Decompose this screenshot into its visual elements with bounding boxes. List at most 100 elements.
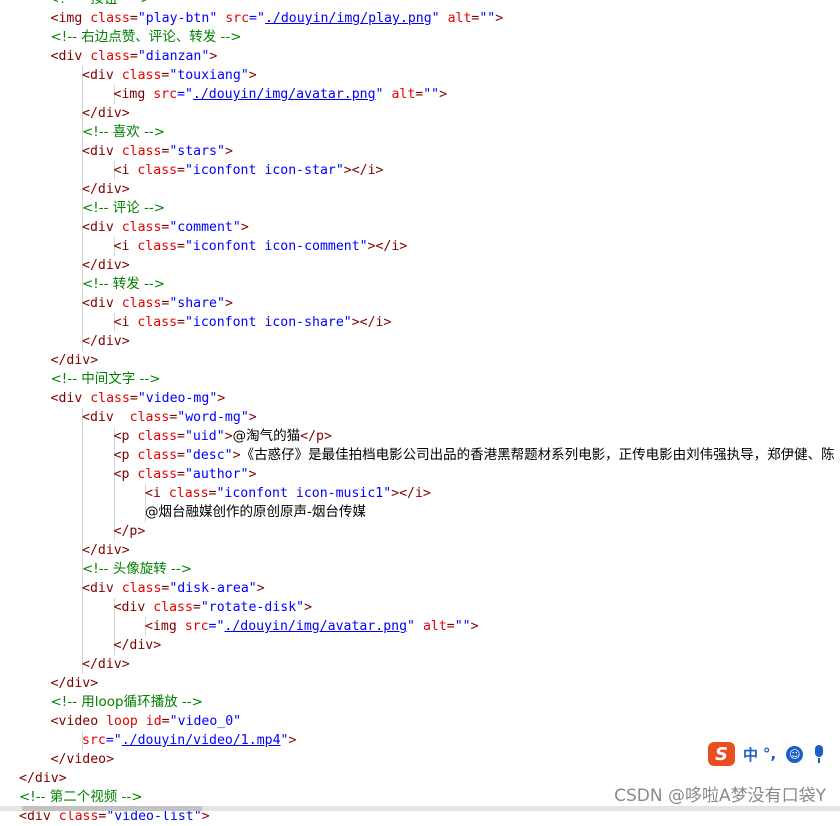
code-token-comment: 按钮 [90, 0, 117, 7]
code-editor[interactable]: <!-- 按钮 --><img class="play-btn" src="./… [0, 0, 840, 826]
code-token-tag: <img [113, 87, 154, 102]
indent-guide [113, 503, 115, 522]
code-token-tag: > [304, 600, 313, 615]
code-line[interactable]: <div class="word-mg"> [0, 408, 840, 427]
code-token-tag: > [470, 619, 479, 634]
code-line[interactable]: <img src="./douyin/img/avatar.png" alt="… [0, 85, 840, 104]
code-text: </video> [51, 750, 115, 769]
horizontal-scrollbar[interactable] [0, 806, 840, 811]
code-line[interactable]: <i class="iconfont icon-share"></i> [0, 313, 840, 332]
smiley-icon[interactable]: ☺ [786, 745, 804, 763]
code-line[interactable]: @烟台融媒创作的原创原声-烟台传媒 [0, 503, 840, 522]
code-line[interactable]: <!-- 中间文字 --> [0, 370, 840, 389]
code-token-tag: <div [82, 68, 122, 83]
code-token-tag: <div [82, 144, 122, 159]
code-line[interactable]: <!-- 用loop循环播放 --> [0, 693, 840, 712]
code-token-tag: = [192, 600, 201, 615]
code-line[interactable]: <div class="rotate-disk"> [0, 598, 840, 617]
code-token-text: @淘气的猫 [232, 428, 301, 444]
code-token-tag: <video [50, 714, 107, 729]
code-line[interactable]: <p class="desc">《古惑仔》是最佳拍档电影公司出品的香港黑帮题材系… [0, 446, 840, 465]
code-line[interactable]: <!-- 转发 --> [0, 275, 840, 294]
code-line[interactable]: <!-- 头像旋转 --> [0, 560, 840, 579]
code-line[interactable]: <img class="play-btn" src="./douyin/img/… [0, 9, 840, 28]
code-token-attr: src [153, 87, 178, 102]
code-line[interactable]: <!-- 右边点赞、评论、转发 --> [0, 28, 840, 47]
code-line[interactable]: </div> [0, 256, 840, 275]
indent-guide [113, 617, 115, 636]
code-token-tag: <i [145, 486, 169, 501]
code-token-tag: </div> [82, 182, 130, 197]
code-token-tag: <i [113, 239, 138, 254]
code-line[interactable]: <div class="touxiang"> [0, 66, 840, 85]
code-token-str: " [431, 11, 440, 26]
code-line[interactable]: </div> [0, 674, 840, 693]
code-line[interactable]: <i class="iconfont icon-star"></i> [0, 161, 840, 180]
code-token-tag: > [217, 391, 226, 406]
code-token-tag: = [129, 391, 138, 406]
scrollbar-thumb[interactable] [22, 806, 202, 811]
code-token-attr: class [153, 600, 193, 615]
code-token-tag: <div [82, 581, 122, 596]
code-token-str: "desc" [184, 448, 233, 463]
code-line[interactable]: <div class="dianzan"> [0, 47, 840, 66]
code-token-tag: > [224, 429, 233, 444]
code-token-link: ./douyin/video/1.mp4 [121, 733, 281, 748]
code-token-attr: class [137, 315, 178, 330]
code-token-str: "iconfont icon-comment" [184, 239, 368, 254]
code-token-tag [415, 619, 423, 634]
code-text: <!-- 右边点赞、评论、转发 --> [51, 28, 242, 47]
code-text: <p class="uid">@淘气的猫</p> [114, 427, 332, 446]
code-token-str: "iconfont icon-share" [184, 315, 352, 330]
code-line[interactable]: <div class="stars"> [0, 142, 840, 161]
code-token-attr: class [121, 296, 162, 311]
code-token-tag: <div [82, 296, 122, 311]
code-line[interactable]: <i class="iconfont icon-music1"></i> [0, 484, 840, 503]
code-line[interactable]: </div> [0, 332, 840, 351]
code-token-tag: > [240, 220, 249, 235]
microphone-icon[interactable] [811, 744, 827, 764]
code-token-tag: <div [50, 391, 91, 406]
code-line[interactable]: <div class="disk-area"> [0, 579, 840, 598]
code-token-str: "" [479, 11, 496, 26]
code-line[interactable]: </div> [0, 541, 840, 560]
code-text: <img class="play-btn" src="./douyin/img/… [51, 9, 504, 28]
code-line[interactable]: </p> [0, 522, 840, 541]
code-line[interactable]: <img src="./douyin/img/avatar.png" alt="… [0, 617, 840, 636]
code-line[interactable]: <p class="uid">@淘气的猫</p> [0, 427, 840, 446]
code-line[interactable]: <!-- 按钮 --> [0, 0, 840, 9]
code-token-attr: class [137, 163, 178, 178]
ime-punctuation-toggle[interactable]: °, [763, 745, 776, 763]
code-token-tag: > [248, 467, 257, 482]
code-text: </div> [82, 104, 130, 123]
code-line[interactable]: <div class="comment"> [0, 218, 840, 237]
code-token-tag: ></i> [351, 315, 392, 330]
code-text: <div class="share"> [82, 294, 233, 313]
ime-mode-toggle[interactable]: 中 [743, 744, 758, 765]
code-token-attr: loop [106, 714, 146, 729]
code-line[interactable]: <!-- 喜欢 --> [0, 123, 840, 142]
code-token-attr: class [137, 467, 178, 482]
code-text: <i class="iconfont icon-comment"></i> [114, 237, 408, 256]
code-line[interactable]: <p class="author"> [0, 465, 840, 484]
code-line[interactable]: </div> [0, 104, 840, 123]
code-line[interactable]: <div class="video-mg"> [0, 389, 840, 408]
code-token-attr: class [137, 429, 178, 444]
code-line[interactable]: <video loop id="video_0" [0, 712, 840, 731]
sogou-logo-icon[interactable]: S [708, 742, 735, 766]
code-token-link: ./douyin/img/play.png [264, 11, 432, 26]
code-line[interactable]: <div class="share"> [0, 294, 840, 313]
code-token-tag: </p> [300, 429, 332, 444]
code-token-comment: <!-- 右边点赞、评论、转发 --> [50, 29, 242, 45]
code-token-tag: > [495, 11, 504, 26]
code-line[interactable]: </div> [0, 655, 840, 674]
code-line[interactable]: <i class="iconfont icon-comment"></i> [0, 237, 840, 256]
code-line[interactable]: </div> [0, 636, 840, 655]
code-line[interactable]: </div> [0, 180, 840, 199]
code-line[interactable]: </div> [0, 351, 840, 370]
code-token-attr: class [137, 448, 178, 463]
ime-toolbar[interactable]: S 中 °, ☺ [708, 740, 840, 768]
code-line[interactable]: <!-- 评论 --> [0, 199, 840, 218]
indent-guide [82, 313, 83, 332]
code-token-tag: = [177, 315, 185, 330]
